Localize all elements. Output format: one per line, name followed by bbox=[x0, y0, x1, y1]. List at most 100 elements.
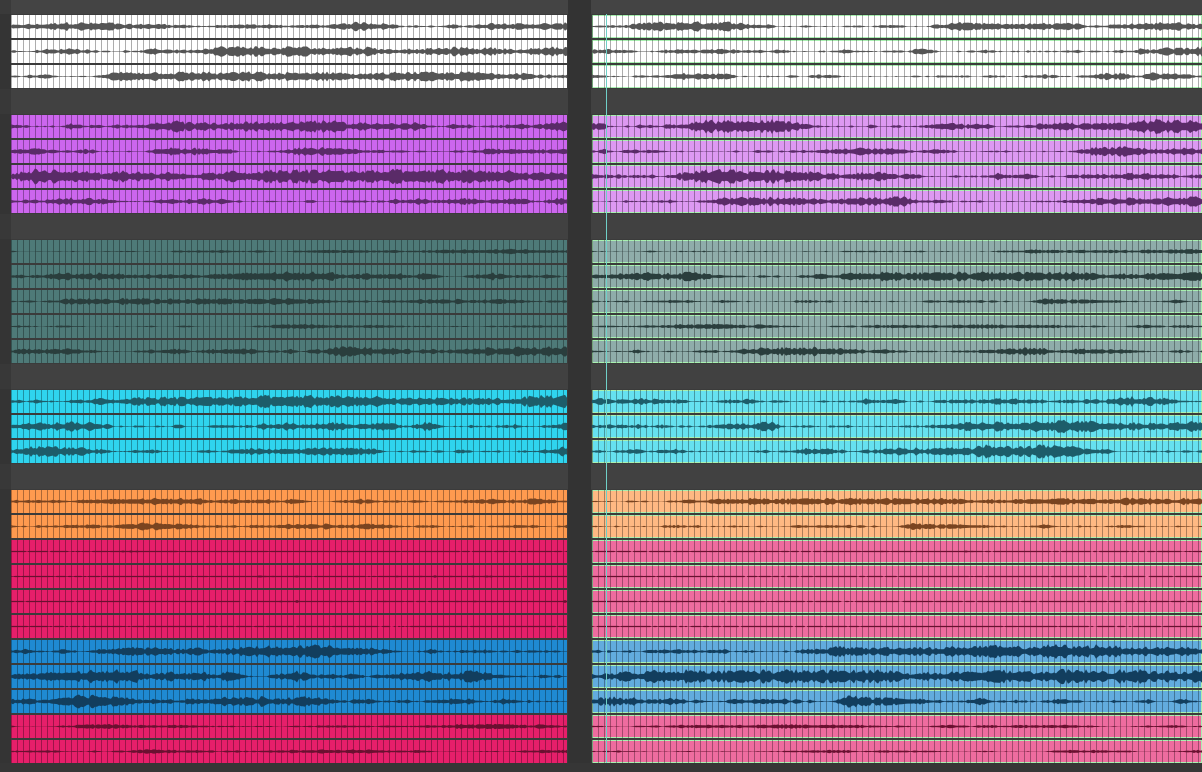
audio-region[interactable] bbox=[592, 665, 1202, 688]
waveform-display bbox=[592, 523, 1202, 530]
track-lane[interactable] bbox=[0, 614, 1202, 639]
track-lane[interactable] bbox=[0, 264, 1202, 289]
track-lane[interactable] bbox=[0, 689, 1202, 714]
track-lane[interactable] bbox=[0, 389, 1202, 414]
audio-region[interactable] bbox=[11, 690, 567, 713]
waveform-display bbox=[592, 146, 1202, 157]
audio-region[interactable] bbox=[592, 240, 1202, 263]
waveform-display bbox=[11, 625, 567, 628]
audio-region[interactable] bbox=[592, 265, 1202, 288]
audio-region[interactable] bbox=[11, 190, 567, 213]
audio-region[interactable] bbox=[592, 290, 1202, 313]
audio-region[interactable] bbox=[592, 190, 1202, 213]
audio-region[interactable] bbox=[11, 165, 567, 188]
track-lane[interactable] bbox=[0, 414, 1202, 439]
audio-region[interactable] bbox=[11, 490, 567, 513]
audio-region[interactable] bbox=[11, 440, 567, 463]
track-lane[interactable] bbox=[0, 564, 1202, 589]
audio-region[interactable] bbox=[592, 390, 1202, 413]
track-lane[interactable] bbox=[0, 214, 1202, 239]
audio-region[interactable] bbox=[11, 590, 567, 613]
track-lane[interactable] bbox=[0, 489, 1202, 514]
audio-region[interactable] bbox=[11, 315, 567, 338]
audio-region[interactable] bbox=[592, 615, 1202, 638]
arrange-area[interactable] bbox=[0, 0, 1202, 772]
audio-region[interactable] bbox=[11, 715, 567, 738]
track-lane[interactable] bbox=[0, 189, 1202, 214]
audio-region[interactable] bbox=[592, 490, 1202, 513]
audio-region[interactable] bbox=[11, 140, 567, 163]
audio-region[interactable] bbox=[11, 15, 567, 38]
audio-region[interactable] bbox=[592, 715, 1202, 738]
audio-region[interactable] bbox=[11, 390, 567, 413]
track-lane[interactable] bbox=[0, 164, 1202, 189]
audio-region[interactable] bbox=[592, 590, 1202, 613]
waveform-display bbox=[592, 644, 1202, 659]
audio-region[interactable] bbox=[592, 140, 1202, 163]
playhead[interactable] bbox=[606, 14, 607, 772]
track-lane[interactable] bbox=[0, 114, 1202, 139]
audio-region[interactable] bbox=[592, 515, 1202, 538]
track-lane[interactable] bbox=[0, 514, 1202, 539]
waveform-display bbox=[592, 550, 1202, 553]
audio-region[interactable] bbox=[11, 65, 567, 88]
track-lane[interactable] bbox=[0, 714, 1202, 739]
track-lane[interactable] bbox=[0, 589, 1202, 614]
waveform-display bbox=[11, 497, 567, 506]
track-lane[interactable] bbox=[0, 664, 1202, 689]
audio-region[interactable] bbox=[592, 315, 1202, 338]
track-lane[interactable] bbox=[0, 139, 1202, 164]
audio-region[interactable] bbox=[11, 615, 567, 638]
audio-region[interactable] bbox=[11, 290, 567, 313]
audio-region[interactable] bbox=[11, 740, 567, 763]
audio-region[interactable] bbox=[11, 665, 567, 688]
track-lane[interactable] bbox=[0, 239, 1202, 264]
audio-region[interactable] bbox=[592, 165, 1202, 188]
waveform-display bbox=[11, 421, 567, 432]
audio-region[interactable] bbox=[592, 640, 1202, 663]
track-lane[interactable] bbox=[0, 439, 1202, 464]
waveform-display bbox=[11, 694, 567, 709]
audio-region[interactable] bbox=[592, 565, 1202, 588]
audio-region[interactable] bbox=[11, 415, 567, 438]
track-lane[interactable] bbox=[0, 339, 1202, 364]
audio-region[interactable] bbox=[11, 265, 567, 288]
track-lane[interactable] bbox=[0, 539, 1202, 564]
track-lane[interactable] bbox=[0, 739, 1202, 764]
waveform-display bbox=[11, 168, 567, 185]
audio-region[interactable] bbox=[592, 340, 1202, 363]
waveform bbox=[592, 625, 1202, 628]
audio-region[interactable] bbox=[592, 40, 1202, 63]
audio-region[interactable] bbox=[592, 15, 1202, 38]
horizontal-scrollbar[interactable] bbox=[0, 763, 1202, 772]
audio-region[interactable] bbox=[592, 65, 1202, 88]
waveform-display bbox=[592, 271, 1202, 282]
audio-region[interactable] bbox=[11, 340, 567, 363]
track-lane[interactable] bbox=[0, 89, 1202, 114]
track-lane[interactable] bbox=[0, 364, 1202, 389]
audio-region[interactable] bbox=[11, 565, 567, 588]
audio-region[interactable] bbox=[592, 690, 1202, 713]
waveform-display bbox=[592, 419, 1202, 434]
track-lane[interactable] bbox=[0, 289, 1202, 314]
track-lane[interactable] bbox=[0, 39, 1202, 64]
audio-region[interactable] bbox=[11, 115, 567, 138]
audio-region[interactable] bbox=[11, 540, 567, 563]
audio-region[interactable] bbox=[592, 740, 1202, 763]
track-lane[interactable] bbox=[0, 64, 1202, 89]
waveform bbox=[11, 46, 567, 57]
audio-region[interactable] bbox=[11, 515, 567, 538]
track-lane[interactable] bbox=[0, 464, 1202, 489]
timeline-ruler[interactable] bbox=[0, 0, 1202, 14]
audio-region[interactable] bbox=[592, 540, 1202, 563]
audio-region[interactable] bbox=[592, 415, 1202, 438]
audio-region[interactable] bbox=[592, 115, 1202, 138]
track-lane[interactable] bbox=[0, 14, 1202, 39]
audio-region[interactable] bbox=[11, 240, 567, 263]
track-lane[interactable] bbox=[0, 639, 1202, 664]
audio-region[interactable] bbox=[592, 440, 1202, 463]
waveform-display bbox=[11, 669, 567, 684]
audio-region[interactable] bbox=[11, 640, 567, 663]
track-lane[interactable] bbox=[0, 314, 1202, 339]
audio-region[interactable] bbox=[11, 40, 567, 63]
